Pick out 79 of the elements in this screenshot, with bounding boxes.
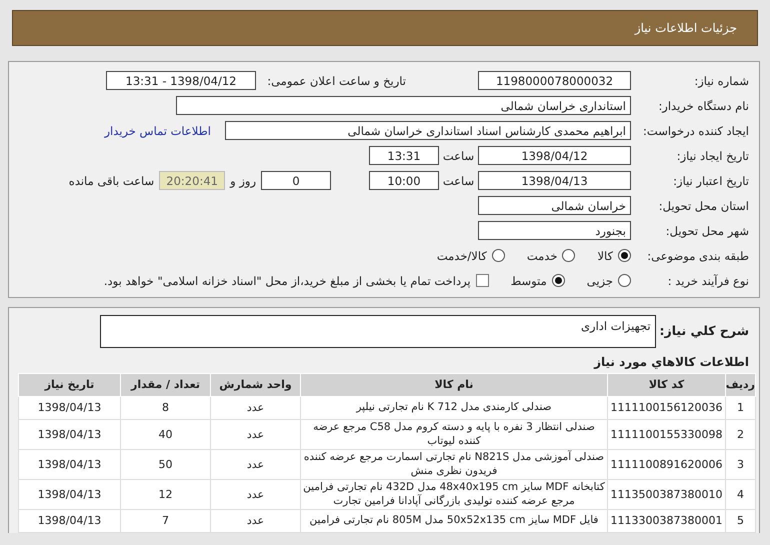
column-header: تاریخ نیاز (18, 374, 120, 396)
table-cell: 12 (120, 480, 210, 510)
table-cell: 1398/04/13 (18, 450, 120, 480)
radio-label: جزیی (586, 274, 613, 288)
radio-button[interactable] (492, 249, 505, 262)
need-number-field[interactable]: 1198000078000032 (478, 71, 631, 90)
table-cell: صندلی انتظار 3 نفره با پایه و دسته کروم مدل C58 مرجع عرضه کننده لیوتاب (300, 420, 608, 450)
table-cell: کتابخانه MDF سایز 48x40x195 cm مدل 432D نام تجارتی فرامین مرجع عرضه کننده تولیدی بازرگانی آپادانا فرامین تجارت (300, 480, 608, 510)
table-cell: 1113500387380010 (608, 480, 726, 510)
radio-button[interactable] (618, 249, 631, 262)
requester-field[interactable]: ابراهیم محمدی کارشناس اسناد استانداری خراسان شمالی (225, 121, 631, 140)
page-title: جزئیات اطلاعات نیاز (634, 21, 737, 35)
field-label: ایجاد کننده درخواست: (642, 124, 750, 138)
field-label: طبقه بندی موضوعی: (646, 248, 750, 262)
field-label: تاریخ اعتبار نیاز: (672, 174, 750, 188)
buyer-contact-link[interactable]: اطلاعات تماس خریدار (104, 124, 211, 138)
table-cell: 1111100156120036 (608, 396, 726, 420)
announce-date-field[interactable]: 1398/04/12 - 13:31 (106, 71, 256, 90)
radio-button[interactable] (552, 274, 565, 287)
table-cell: 1111100891620006 (608, 450, 726, 480)
field-label: شهر محل تحویل: (664, 224, 750, 238)
table-cell: 1113300387380001 (608, 510, 726, 532)
province-field[interactable]: خراسان شمالی (478, 196, 631, 215)
radio-label: کالا/خدمت (436, 248, 487, 262)
table-cell: 1398/04/13 (18, 396, 120, 420)
table-cell: عدد (210, 420, 300, 450)
column-header: واحد شمارش (210, 374, 300, 396)
field-label: ساعت (442, 148, 476, 162)
section-title: اطلاعات كالاهاي مورد نياز (592, 355, 749, 370)
field-label: تاریخ و ساعت اعلان عمومی: (266, 74, 407, 88)
table-cell: 2 (726, 420, 756, 450)
table-cell: 1398/04/13 (18, 420, 120, 450)
checkbox-label: پرداخت تمام یا بخشی از مبلغ خرید،از محل "اسناد خزانه اسلامی" خواهد بود. (104, 274, 471, 288)
column-header: ردیف (726, 374, 756, 396)
table-cell: 3 (726, 450, 756, 480)
radio-button[interactable] (618, 274, 631, 287)
table-cell: 5 (726, 510, 756, 532)
table-cell: عدد (210, 510, 300, 532)
table-cell: 4 (726, 480, 756, 510)
field-label: شماره نیاز: (693, 74, 750, 88)
table-cell: صندلی کارمندی مدل K 712 نام تجارتی نیلپر (300, 396, 608, 420)
table-cell: 1111100155330098 (608, 420, 726, 450)
table-cell: 1398/04/13 (18, 480, 120, 510)
buyer-field[interactable]: استانداری خراسان شمالی (176, 96, 631, 115)
table-cell: 8 (120, 396, 210, 420)
field-label: تاریخ ایجاد نیاز: (676, 148, 750, 162)
column-header: نام کالا (300, 374, 608, 396)
validity-date-field[interactable]: 1398/04/13 (478, 171, 631, 190)
field-label: نام دستگاه خریدار: (657, 98, 750, 112)
table-cell: عدد (210, 450, 300, 480)
city-field[interactable]: بجنورد (478, 221, 631, 240)
table-cell: 7 (120, 510, 210, 532)
radio-button[interactable] (562, 249, 576, 262)
radio-label: متوسط (510, 274, 547, 288)
column-header: کد کالا (608, 374, 726, 396)
field-label: ساعت باقی مانده (68, 174, 156, 188)
description-field: تجهیزات اداری (100, 315, 656, 348)
validity-time-field[interactable]: 10:00 (369, 171, 439, 190)
table-cell: 40 (120, 420, 210, 450)
radio-label: خدمت (526, 248, 558, 262)
remaining-time-field: 20:20:41 (159, 171, 226, 190)
column-header: تعداد / مقدار (120, 374, 210, 396)
created-date-field[interactable]: 1398/04/12 (478, 146, 631, 165)
field-label: ساعت (442, 174, 476, 188)
checkbox[interactable] (476, 274, 489, 287)
field-label: استان محل تحویل: (658, 198, 750, 212)
days-field[interactable]: 0 (261, 171, 331, 190)
radio-label: کالا (597, 248, 613, 262)
field-label: روز و (228, 174, 257, 188)
created-time-field[interactable]: 13:31 (369, 146, 439, 165)
table-cell: عدد (210, 396, 300, 420)
field-label: نوع فرآیند خرید : (666, 274, 750, 288)
description-label: شرح كلي نياز: (658, 322, 750, 338)
table-cell: 1398/04/13 (18, 510, 120, 532)
table-cell: صندلی آموزشی مدل N821S نام تجارتی اسمارت مرجع عرضه کننده فریدون نظری منش (300, 450, 608, 480)
table-cell: 50 (120, 450, 210, 480)
table-cell: 1 (726, 396, 756, 420)
table-cell: فایل MDF سایز 50x52x135 cm مدل 805M نام تجارتی فرامین (300, 510, 608, 532)
table-cell: عدد (210, 480, 300, 510)
